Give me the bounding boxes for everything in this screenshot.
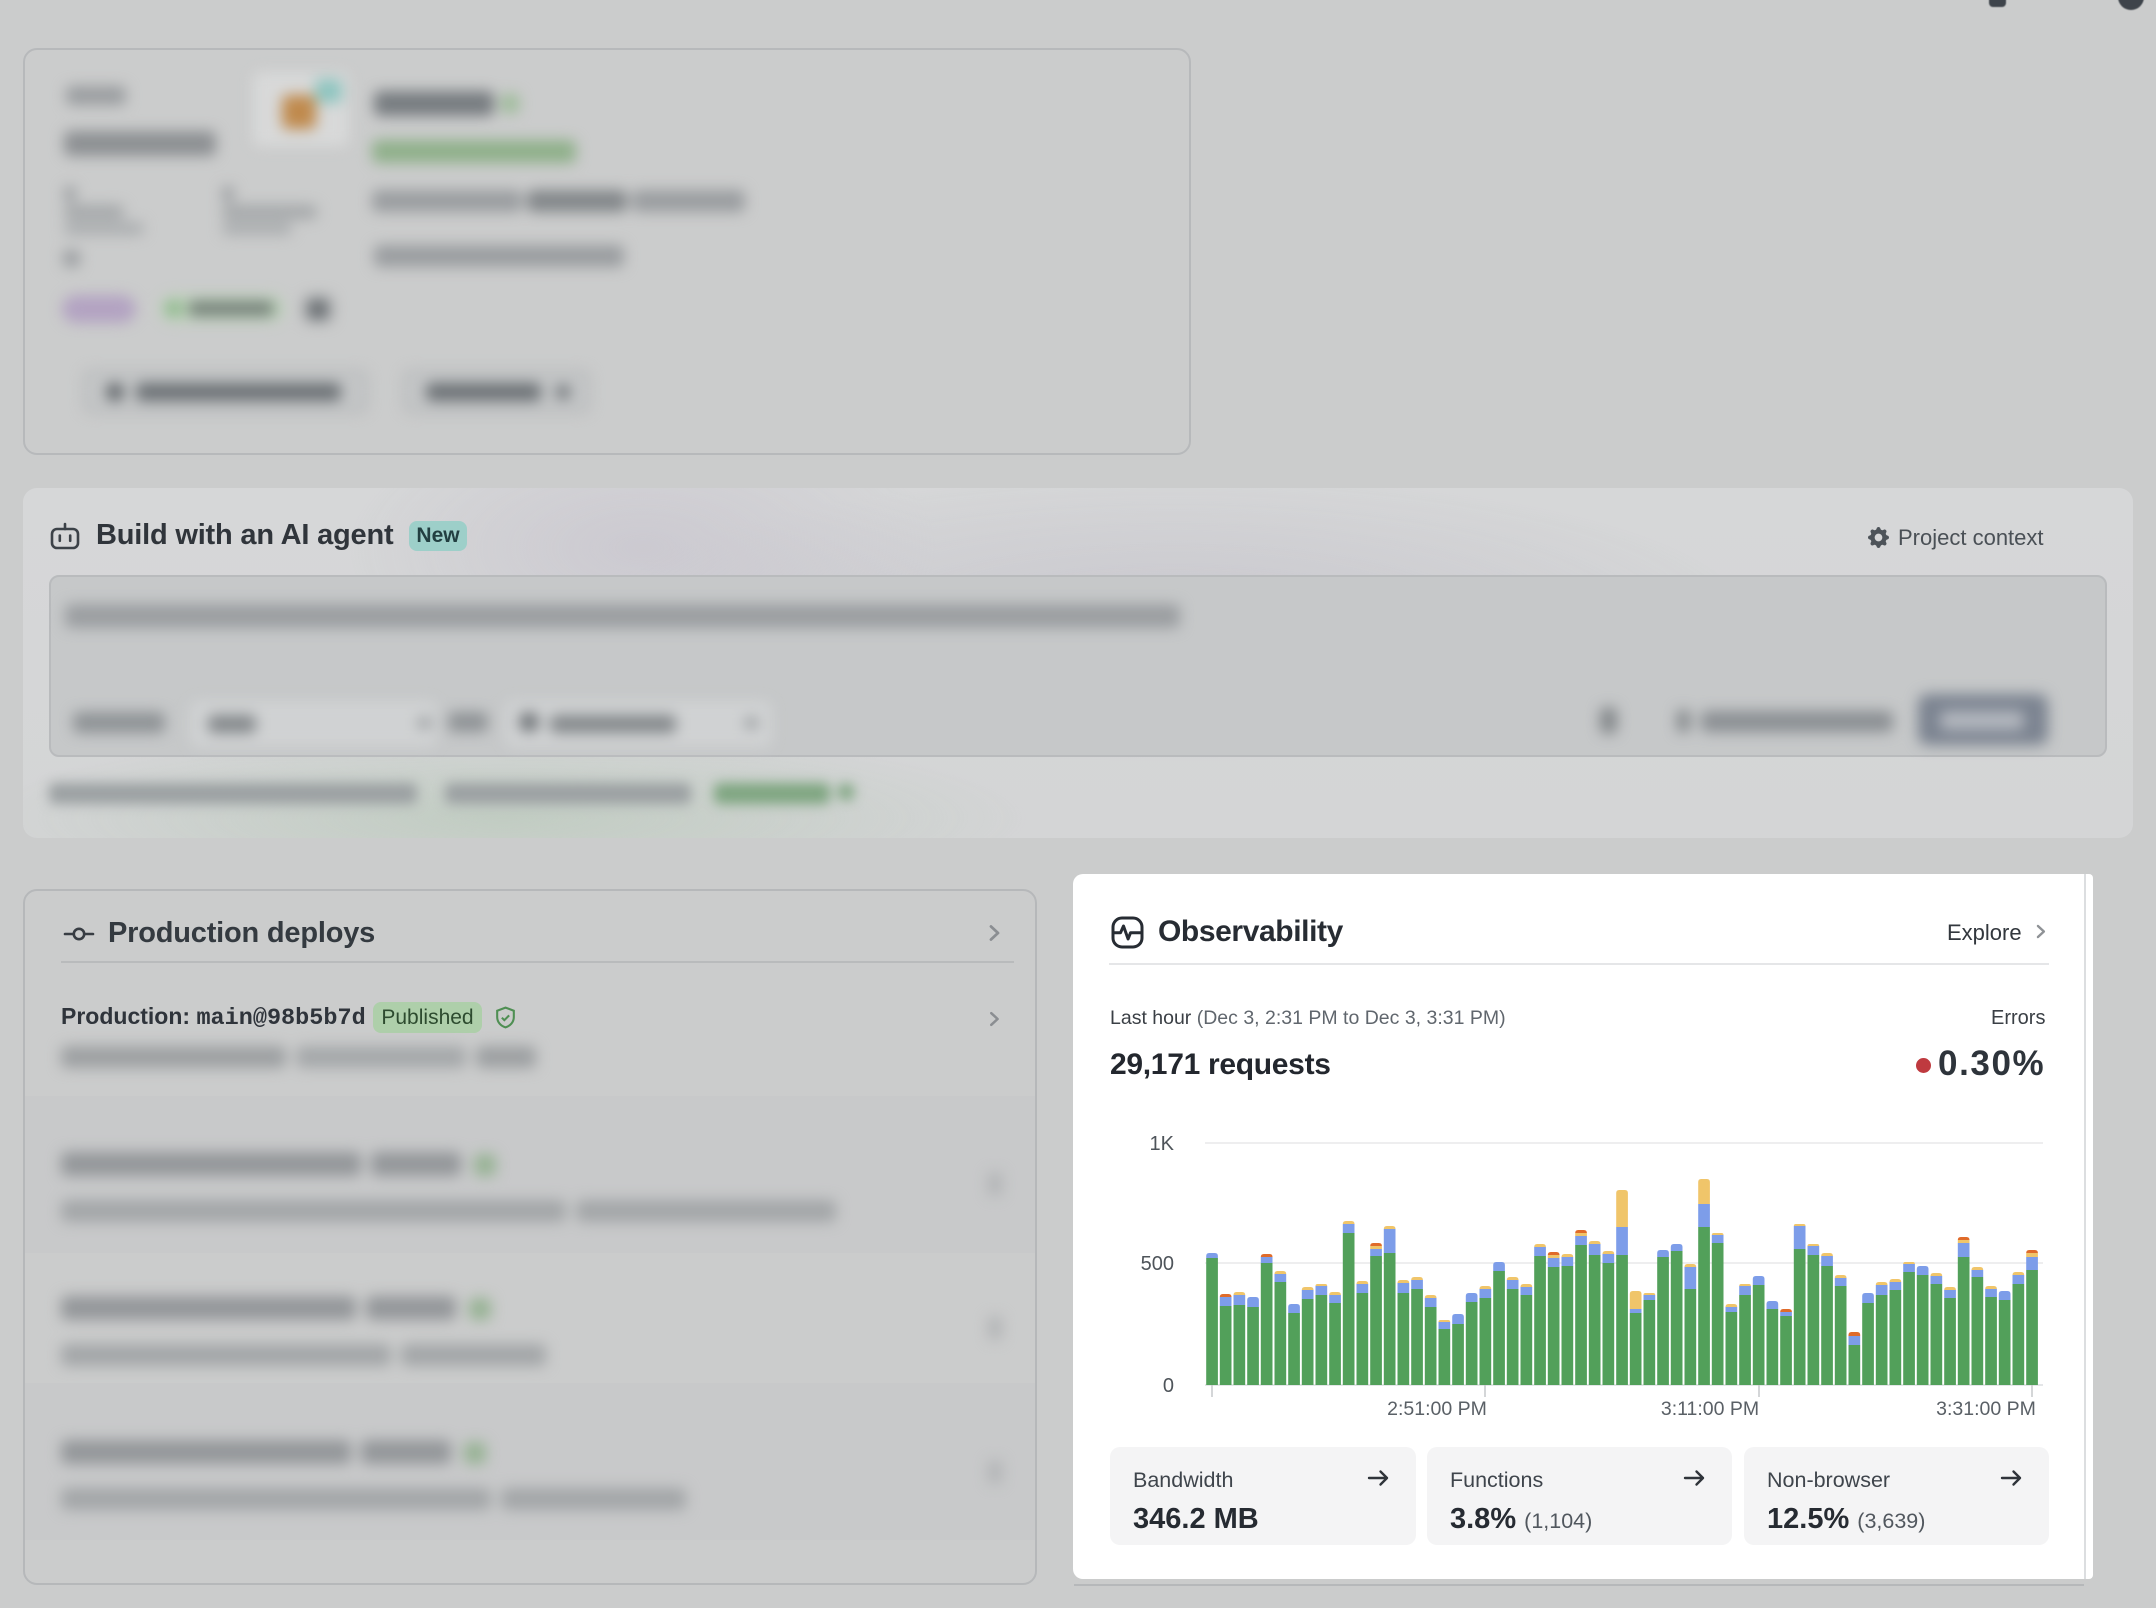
svg-text:500: 500 <box>1141 1253 1174 1275</box>
svg-text:3:11:00 PM: 3:11:00 PM <box>1661 1398 1759 1420</box>
svg-text:1K: 1K <box>1150 1133 1175 1155</box>
svg-text:0: 0 <box>1163 1375 1174 1397</box>
svg-text:3:31:00 PM: 3:31:00 PM <box>1936 1398 2036 1420</box>
svg-text:2:51:00 PM: 2:51:00 PM <box>1387 1398 1487 1420</box>
